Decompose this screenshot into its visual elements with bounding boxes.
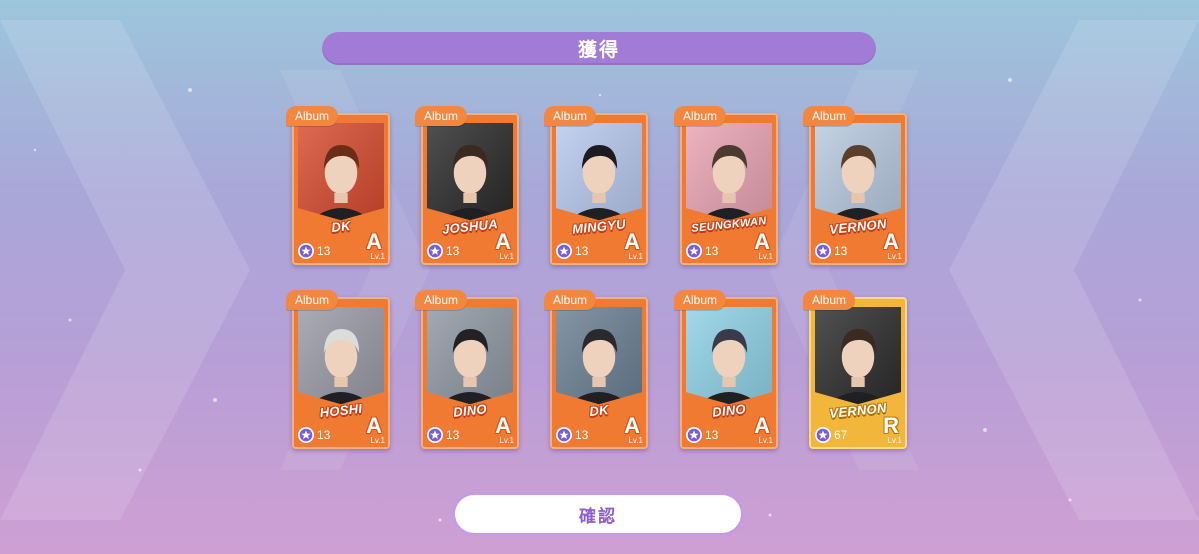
member-photo [556, 307, 642, 407]
confirm-button-label: 確認 [579, 506, 617, 527]
star-icon [686, 243, 702, 259]
card-frame: VERNON 67 R Lv.1 [809, 297, 907, 449]
card-frame: JOSHUA 13 A Lv.1 [421, 113, 519, 265]
member-photo [815, 307, 901, 407]
background-decoration [0, 20, 1199, 522]
level-number: 13 [446, 428, 460, 442]
level-row: 13 [686, 243, 718, 259]
level-row: 13 [686, 427, 718, 443]
rank-letter: A [754, 413, 770, 438]
level-row: 13 [298, 243, 330, 259]
card-joshua[interactable]: Album JOSHUA 13 A Lv.1 [415, 106, 519, 265]
card-level-label: Lv.1 [370, 436, 385, 445]
album-tag: Album [674, 106, 727, 126]
star-icon [427, 243, 443, 259]
card-level-label: Lv.1 [887, 436, 902, 445]
rank-letter: A [495, 413, 511, 438]
card-frame: DINO 13 A Lv.1 [421, 297, 519, 449]
card-dino[interactable]: Album DINO 13 A Lv.1 [674, 290, 778, 449]
card-frame: DINO 13 A Lv.1 [680, 297, 778, 449]
level-row: 13 [427, 427, 459, 443]
star-icon [815, 243, 831, 259]
rank-letter: A [883, 229, 899, 254]
card-level-label: Lv.1 [499, 436, 514, 445]
level-number: 13 [575, 244, 589, 258]
card-level-label: Lv.1 [628, 252, 643, 261]
level-number: 13 [834, 244, 848, 258]
album-tag: Album [803, 106, 856, 126]
level-number: 13 [317, 428, 331, 442]
album-tag: Album [415, 106, 468, 126]
card-mingyu[interactable]: Album MINGYU 13 A Lv.1 [544, 106, 648, 265]
card-level-label: Lv.1 [758, 252, 773, 261]
level-number: 67 [834, 428, 848, 442]
level-row: 67 [815, 427, 847, 443]
album-tag: Album [286, 290, 339, 310]
card-frame: DK 13 A Lv.1 [550, 297, 648, 449]
star-icon [298, 243, 314, 259]
card-level-label: Lv.1 [499, 252, 514, 261]
album-tag: Album [803, 290, 856, 310]
star-icon [556, 243, 572, 259]
album-tag: Album [544, 290, 597, 310]
member-photo [556, 123, 642, 223]
card-frame: SEUNGKWAN 13 A Lv.1 [680, 113, 778, 265]
star-icon [686, 427, 702, 443]
card-dino[interactable]: Album DINO 13 A Lv.1 [415, 290, 519, 449]
card-level-label: Lv.1 [628, 436, 643, 445]
member-photo [686, 123, 772, 223]
level-number: 13 [705, 244, 719, 258]
album-tag: Album [544, 106, 597, 126]
confirm-button[interactable]: 確認 [455, 495, 741, 533]
member-photo [298, 307, 384, 407]
rank-letter: A [624, 229, 640, 254]
reward-title-bar: 獲得 [322, 32, 876, 65]
card-dk[interactable]: Album DK 13 A Lv.1 [286, 106, 390, 265]
card-hoshi[interactable]: Album HOSHI 13 A Lv.1 [286, 290, 390, 449]
star-icon [815, 427, 831, 443]
level-number: 13 [575, 428, 589, 442]
member-photo [298, 123, 384, 223]
member-photo [686, 307, 772, 407]
card-frame: HOSHI 13 A Lv.1 [292, 297, 390, 449]
level-row: 13 [556, 243, 588, 259]
card-level-label: Lv.1 [370, 252, 385, 261]
level-number: 13 [705, 428, 719, 442]
star-icon [427, 427, 443, 443]
card-level-label: Lv.1 [758, 436, 773, 445]
rank-letter: A [366, 229, 382, 254]
level-number: 13 [317, 244, 331, 258]
album-tag: Album [286, 106, 339, 126]
member-photo [815, 123, 901, 223]
rank-letter: A [366, 413, 382, 438]
card-frame: DK 13 A Lv.1 [292, 113, 390, 265]
card-level-label: Lv.1 [887, 252, 902, 261]
card-frame: MINGYU 13 A Lv.1 [550, 113, 648, 265]
star-icon [556, 427, 572, 443]
album-tag: Album [674, 290, 727, 310]
page-title: 獲得 [577, 39, 620, 61]
level-row: 13 [298, 427, 330, 443]
member-photo [427, 307, 513, 407]
rank-letter: R [883, 413, 899, 438]
confirm-button-frame: 確認 [452, 492, 744, 536]
card-seungkwan[interactable]: Album SEUNGKWAN 13 A Lv.1 [674, 106, 778, 265]
level-row: 13 [427, 243, 459, 259]
rank-letter: A [624, 413, 640, 438]
member-photo [427, 123, 513, 223]
card-dk[interactable]: Album DK 13 A Lv.1 [544, 290, 648, 449]
card-frame: VERNON 13 A Lv.1 [809, 113, 907, 265]
card-vernon[interactable]: Album VERNON 13 A Lv.1 [803, 106, 907, 265]
rank-letter: A [754, 229, 770, 254]
star-icon [298, 427, 314, 443]
card-vernon[interactable]: Album VERNON 67 R Lv.1 [803, 290, 907, 449]
level-row: 13 [815, 243, 847, 259]
level-number: 13 [446, 244, 460, 258]
level-row: 13 [556, 427, 588, 443]
rank-letter: A [495, 229, 511, 254]
album-tag: Album [415, 290, 468, 310]
